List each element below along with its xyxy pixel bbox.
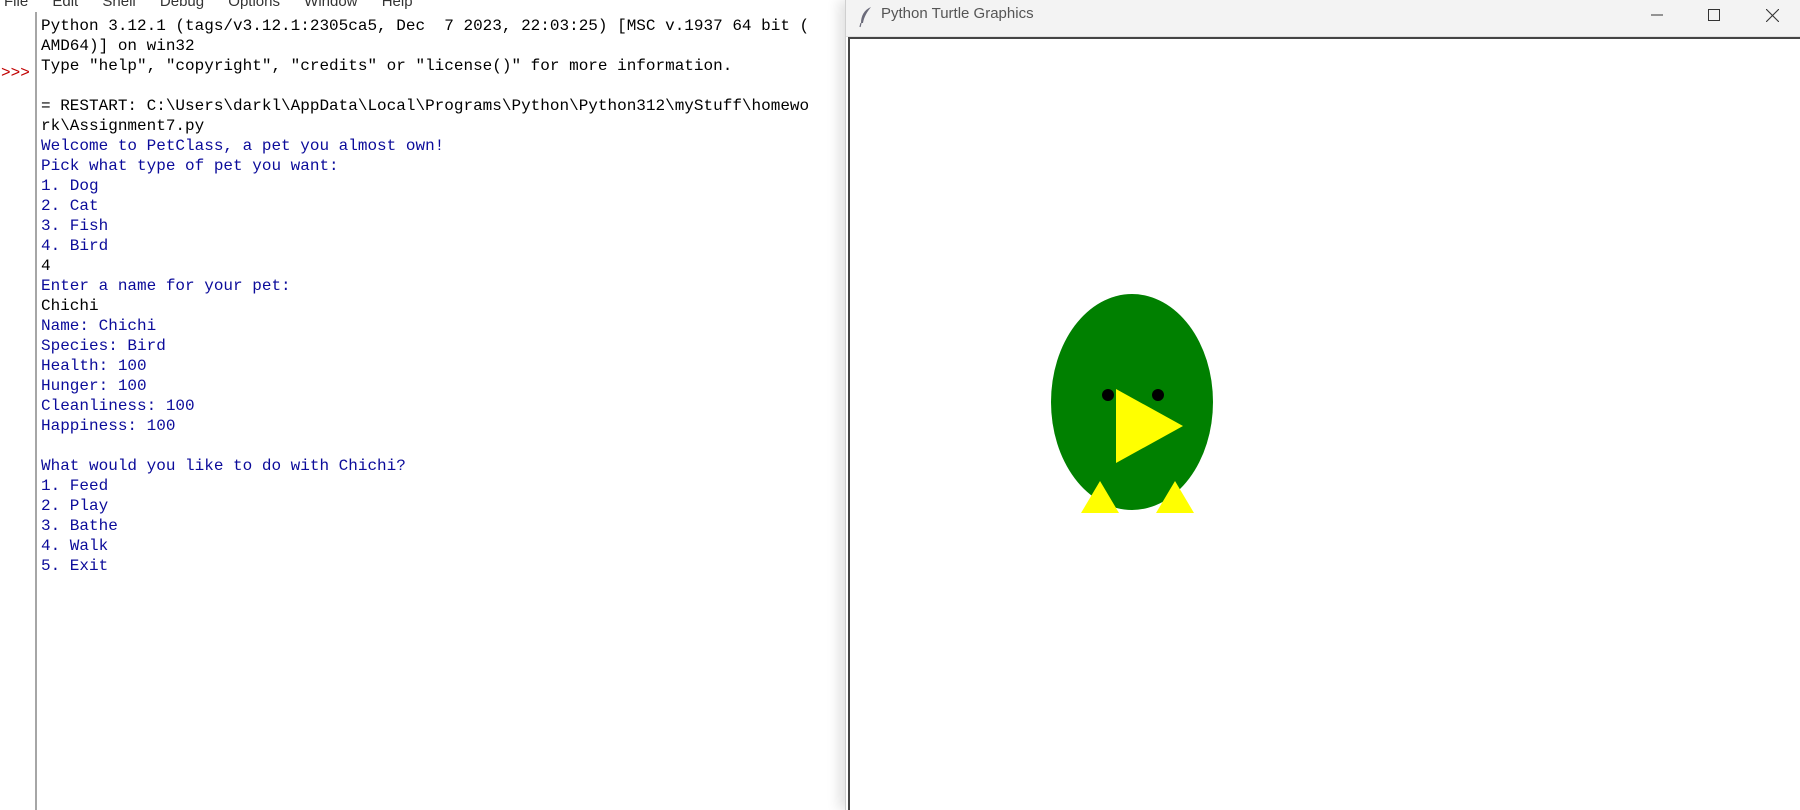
shell-output-line: Enter a name for your pet: bbox=[41, 277, 291, 295]
user-input-line: 4 bbox=[41, 257, 51, 275]
shell-output-line bbox=[41, 436, 841, 456]
shell-output-line: 1. Feed bbox=[41, 477, 109, 495]
close-button[interactable] bbox=[1744, 0, 1800, 30]
menu-debug[interactable]: Debug bbox=[160, 0, 204, 10]
shell-output-line: = RESTART: C:\Users\darkl\AppData\Local\… bbox=[41, 97, 810, 115]
shell-output-line: Python 3.12.1 (tags/v3.12.1:2305ca5, Dec… bbox=[41, 17, 810, 35]
menu-bar: File Edit Shell Debug Options Window Hel… bbox=[0, 0, 846, 11]
turtle-canvas[interactable] bbox=[848, 37, 1800, 810]
shell-output-line: 2. Cat bbox=[41, 197, 99, 215]
feather-icon bbox=[859, 7, 871, 28]
shell-output-line: Health: 100 bbox=[41, 357, 147, 375]
shell-output-line: Hunger: 100 bbox=[41, 377, 147, 395]
user-input-line: Chichi bbox=[41, 297, 99, 315]
shell-output-line bbox=[41, 76, 841, 96]
shell-output-line: Species: Bird bbox=[41, 337, 166, 355]
menu-help[interactable]: Help bbox=[382, 0, 413, 10]
idle-shell-window: File Edit Shell Debug Options Window Hel… bbox=[0, 0, 846, 810]
shell-output-line: Cleanliness: 100 bbox=[41, 397, 195, 415]
shell-prompt: >>> bbox=[1, 64, 30, 82]
shell-output-line: Welcome to PetClass, a pet you almost ow… bbox=[41, 137, 445, 155]
shell-output-line: 3. Bathe bbox=[41, 517, 118, 535]
turtle-graphics-window: Python Turtle Graphics bbox=[845, 0, 1800, 810]
window-title: Python Turtle Graphics bbox=[881, 5, 1034, 22]
bird-left-eye bbox=[1102, 389, 1114, 401]
menu-edit[interactable]: Edit bbox=[52, 0, 78, 10]
maximize-button[interactable] bbox=[1686, 0, 1742, 30]
close-icon bbox=[1765, 8, 1779, 22]
shell-output-line: Name: Chichi bbox=[41, 317, 157, 335]
menu-shell[interactable]: Shell bbox=[102, 0, 135, 10]
shell-output-line: 3. Fish bbox=[41, 217, 109, 235]
title-bar[interactable]: Python Turtle Graphics bbox=[846, 0, 1800, 37]
bird-drawing bbox=[1051, 294, 1213, 513]
shell-output-line: 5. Exit bbox=[41, 557, 109, 575]
shell-output-line: rk\Assignment7.py bbox=[41, 117, 205, 135]
shell-output-line: 1. Dog bbox=[41, 177, 99, 195]
shell-output-line: Happiness: 100 bbox=[41, 417, 176, 435]
shell-output-line: 4. Bird bbox=[41, 237, 109, 255]
shell-output-line: Type "help", "copyright", "credits" or "… bbox=[41, 57, 733, 75]
shell-output-line: Pick what type of pet you want: bbox=[41, 157, 339, 175]
bird-right-eye bbox=[1152, 389, 1164, 401]
maximize-icon bbox=[1708, 9, 1720, 21]
shell-output-line: 4. Walk bbox=[41, 537, 109, 555]
prompt-gutter bbox=[0, 12, 37, 810]
shell-output-area[interactable]: Python 3.12.1 (tags/v3.12.1:2305ca5, Dec… bbox=[41, 16, 841, 576]
menu-window[interactable]: Window bbox=[304, 0, 357, 10]
menu-options[interactable]: Options bbox=[228, 0, 280, 10]
shell-output-line: 2. Play bbox=[41, 497, 109, 515]
minimize-button[interactable] bbox=[1629, 0, 1685, 30]
shell-output-line: AMD64)] on win32 bbox=[41, 37, 195, 55]
minimize-icon bbox=[1651, 14, 1663, 16]
menu-file[interactable]: File bbox=[4, 0, 28, 10]
shell-output-line: What would you like to do with Chichi? bbox=[41, 457, 406, 475]
